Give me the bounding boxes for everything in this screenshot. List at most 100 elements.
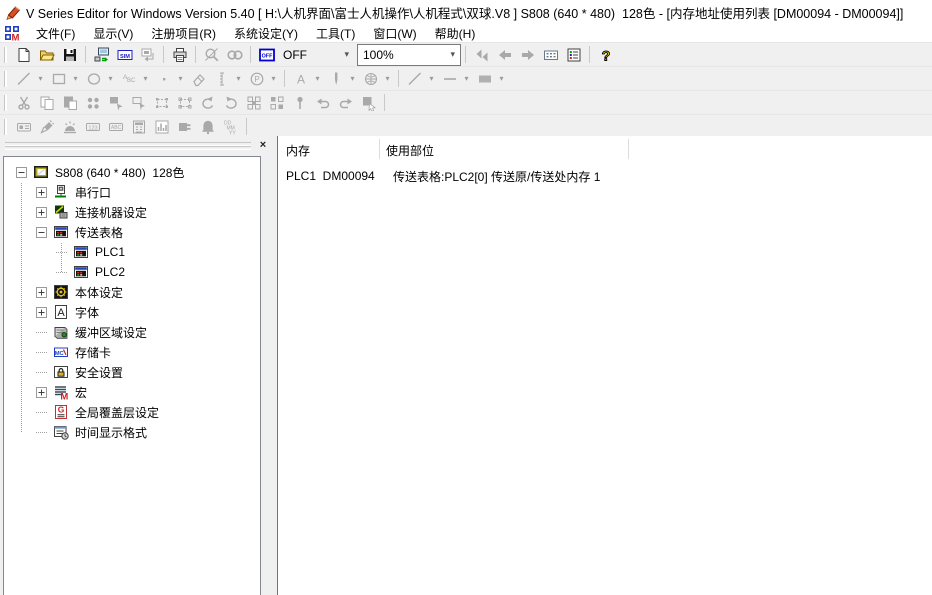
ellipse-tool-dropdown[interactable]: ▾ [105,68,116,89]
ungroup-button[interactable] [173,92,196,113]
open-file-button[interactable] [35,44,58,65]
screen-list-button[interactable] [539,44,562,65]
toolbar-gripper[interactable] [4,71,7,87]
preview-button[interactable] [223,44,246,65]
scale-tool-dropdown[interactable]: ▾ [233,68,244,89]
menu-register[interactable]: 注册项目(R) [142,24,225,43]
cut-button[interactable] [12,92,35,113]
collapse-icon[interactable] [36,227,47,238]
collapse-icon[interactable] [16,167,27,178]
screen-transfer-button[interactable] [136,44,159,65]
buzzer-part-button[interactable] [196,116,219,137]
ellipse-tool-button[interactable] [82,68,105,89]
menu-view[interactable]: 显示(V) [84,24,142,43]
transfer-download-button[interactable] [90,44,113,65]
time-display-button[interactable]: DDMMYY [219,116,242,137]
prev-screen-button[interactable] [493,44,516,65]
redo-button[interactable] [334,92,357,113]
tree-item-transfer-table[interactable]: 传送表格 [4,222,260,242]
menu-tool[interactable]: 工具(T) [307,24,364,43]
menu-window[interactable]: 窗口(W) [364,24,425,43]
bring-front-button[interactable] [104,92,127,113]
lamp-part-button[interactable] [35,116,58,137]
menu-help[interactable]: 帮助(H) [426,24,485,43]
scale-tool-button[interactable] [210,68,233,89]
dot-tool-button[interactable] [152,68,175,89]
tree-item-unit-setting[interactable]: 本体设定 [4,282,260,302]
expand-icon[interactable] [36,187,47,198]
send-back-button[interactable] [127,92,150,113]
column-header-usage[interactable]: 使用部位 [386,142,434,159]
column-separator[interactable] [379,139,380,159]
paint-tool-button[interactable] [187,68,210,89]
keypad-part-button[interactable] [127,116,150,137]
column-header-memory[interactable]: 内存 [286,142,310,159]
text-tool-dropdown[interactable]: ▾ [140,68,151,89]
line-type-dropdown[interactable]: ▾ [426,68,437,89]
expand-icon[interactable] [36,387,47,398]
first-screen-button[interactable] [470,44,493,65]
color-dropdown[interactable]: ▾ [496,68,507,89]
language-button[interactable] [359,68,382,89]
line-tool-dropdown[interactable]: ▾ [35,68,46,89]
language-dropdown[interactable]: ▾ [382,68,393,89]
tree-item-plc2[interactable]: PLC2 [4,262,260,282]
multi-copy-button[interactable] [81,92,104,113]
parts-place-dropdown[interactable]: ▾ [268,68,279,89]
tree-item-time-format[interactable]: 时间显示格式 [4,422,260,442]
expand-icon[interactable] [36,207,47,218]
numeric-display-button[interactable]: 123 [81,116,104,137]
tree-item-global-overlap[interactable]: G全局覆盖层设定 [4,402,260,422]
menu-system-setting[interactable]: 系统设定(Y) [225,24,307,43]
grid-setting-button[interactable] [265,92,288,113]
tree-item-device-connection[interactable]: 连接机器设定 [4,202,260,222]
align-grid-button[interactable] [242,92,265,113]
display-state-toggle[interactable]: OFF [255,44,278,65]
color-button[interactable] [473,68,496,89]
tree-item-serial-port[interactable]: 串行口 [4,182,260,202]
pin-button[interactable] [288,92,311,113]
panel-gripper[interactable] [5,146,251,150]
zoom-button[interactable] [200,44,223,65]
graph-part-button[interactable] [150,116,173,137]
parts-place-button[interactable]: P [245,68,268,89]
toolbar-gripper[interactable] [4,95,7,111]
display-state-combo[interactable]: OFF▾ [278,45,354,65]
alarm-part-button[interactable] [58,116,81,137]
copy-button[interactable] [35,92,58,113]
menu-file[interactable]: 文件(F) [27,24,84,43]
pen-style-dropdown[interactable]: ▾ [347,68,358,89]
toolbar-gripper[interactable] [4,47,7,63]
next-screen-button[interactable] [516,44,539,65]
plug-part-button[interactable] [173,116,196,137]
tree-item-font[interactable]: A字体 [4,302,260,322]
switch-part-button[interactable] [12,116,35,137]
line-type-button[interactable] [403,68,426,89]
mdi-child-icon[interactable]: M [4,25,20,41]
rotate-right-button[interactable] [219,92,242,113]
dot-tool-dropdown[interactable]: ▾ [175,68,186,89]
new-file-button[interactable] [12,44,35,65]
tree-item-plc1[interactable]: PLC1 [4,242,260,262]
item-list-button[interactable] [562,44,585,65]
line-width-button[interactable] [438,68,461,89]
simulator-button[interactable]: SIM [113,44,136,65]
expand-icon[interactable] [36,307,47,318]
paste-button[interactable] [58,92,81,113]
toolbar-gripper[interactable] [4,119,7,135]
tree-item-memory-card[interactable]: MC存储卡 [4,342,260,362]
text-tool-button[interactable]: ABC [117,68,140,89]
print-button[interactable] [168,44,191,65]
font-dropdown[interactable]: ▾ [312,68,323,89]
tree-item-buffer-area[interactable]: 缓冲区域设定 [4,322,260,342]
message-display-button[interactable]: ABC [104,116,127,137]
rect-tool-dropdown[interactable]: ▾ [70,68,81,89]
tree-item-s808[interactable]: S808 (640 * 480) 128色 [4,162,260,182]
rect-tool-button[interactable] [47,68,70,89]
line-width-dropdown[interactable]: ▾ [461,68,472,89]
line-tool-button[interactable] [12,68,35,89]
pen-style-button[interactable] [324,68,347,89]
expand-icon[interactable] [36,287,47,298]
group-button[interactable] [150,92,173,113]
memory-list-row[interactable]: PLC1 DM00094传送表格:PLC2[0] 传送原/传送处内存 1 [278,166,932,186]
